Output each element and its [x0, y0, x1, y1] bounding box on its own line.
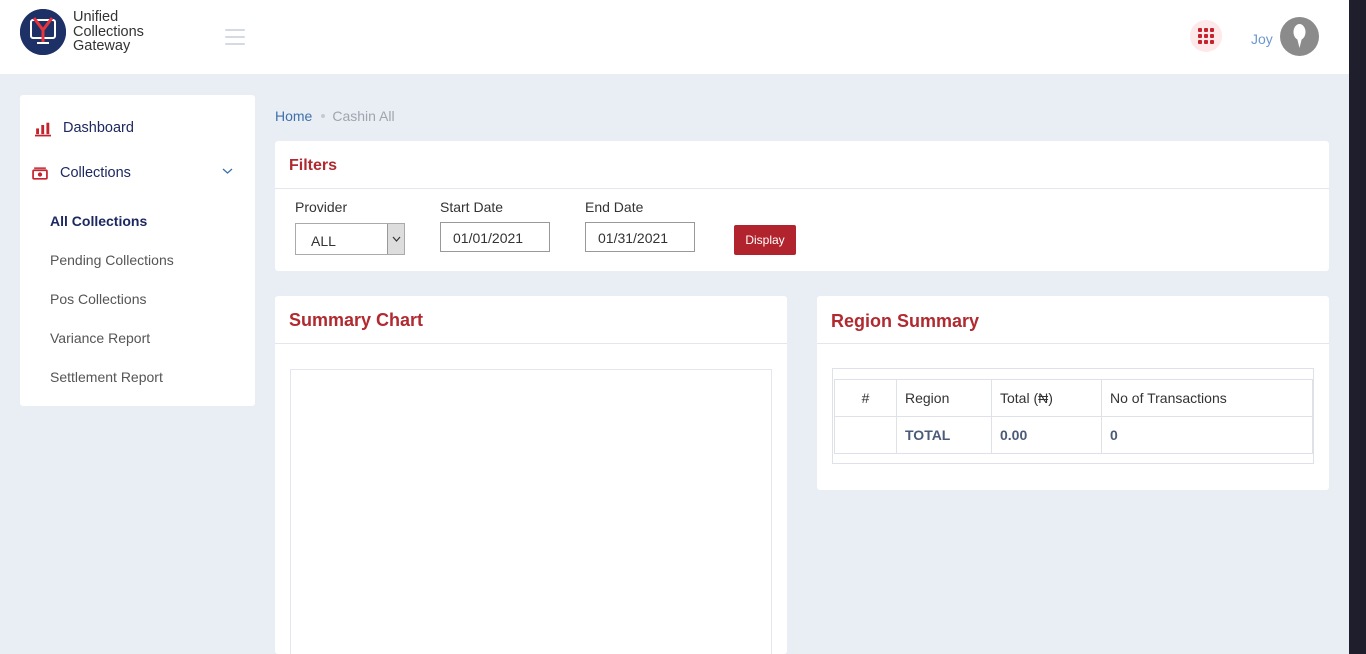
breadcrumb-home[interactable]: Home [275, 108, 312, 124]
provider-select-value: ALL [311, 233, 336, 249]
sidebar-item-collections[interactable]: Collections [20, 158, 255, 188]
start-date-label: Start Date [440, 199, 504, 215]
region-summary-card: Region Summary # Region Total (₦) No of … [817, 296, 1329, 490]
filters-card: Filters Provider ALL Start Date 01/01/20… [275, 141, 1329, 271]
breadcrumb-current: Cashin All [332, 108, 395, 124]
app-logo[interactable]: Unified Collections Gateway [20, 9, 144, 55]
end-date-label: End Date [585, 199, 644, 215]
summary-chart-title: Summary Chart [289, 310, 424, 330]
table-header-row: # Region Total (₦) No of Transactions [834, 379, 1313, 417]
filters-divider [275, 188, 1329, 189]
region-summary-table-wrapper: # Region Total (₦) No of Transactions TO… [832, 368, 1314, 464]
sidebar-item-pending-collections[interactable]: Pending Collections [50, 252, 174, 268]
column-header-total[interactable]: Total (₦) [991, 379, 1102, 417]
cell-transactions: 0 [1101, 416, 1313, 454]
sidebar-item-dashboard[interactable]: Dashboard [20, 113, 255, 143]
summary-chart-card: Summary Chart [275, 296, 787, 654]
summary-chart-divider [275, 343, 787, 344]
cell-region: TOTAL [896, 416, 992, 454]
sidebar: Dashboard Collections All Collections Pe… [20, 95, 255, 406]
chevron-down-icon [222, 168, 233, 174]
column-header-number[interactable]: # [834, 379, 897, 417]
top-bar: Unified Collections Gateway Joy [0, 0, 1349, 74]
bar-chart-icon [35, 122, 51, 137]
logo-line-1: Unified [73, 9, 119, 26]
page-scrollbar[interactable] [1349, 0, 1366, 654]
column-header-region[interactable]: Region [896, 379, 992, 417]
user-avatar-icon[interactable] [1280, 17, 1319, 56]
breadcrumb: Home Cashin All [275, 108, 395, 124]
select-chevron-icon[interactable] [387, 224, 404, 254]
summary-chart-canvas [290, 369, 772, 654]
logo-line-3: Gateway [73, 38, 131, 55]
cell-total: 0.00 [991, 416, 1102, 454]
sidebar-item-settlement-report[interactable]: Settlement Report [50, 369, 163, 385]
end-date-input[interactable]: 01/31/2021 [585, 222, 695, 252]
column-header-transactions[interactable]: No of Transactions [1101, 379, 1313, 417]
user-name[interactable]: Joy [1251, 31, 1273, 47]
money-icon [32, 167, 48, 180]
region-summary-title: Region Summary [831, 311, 980, 331]
apps-grid-icon[interactable] [1190, 20, 1222, 52]
sidebar-item-all-collections[interactable]: All Collections [50, 213, 147, 229]
provider-select[interactable]: ALL [295, 223, 405, 255]
sidebar-item-collections-label: Collections [60, 165, 131, 181]
cell-number [834, 416, 897, 454]
table-row: TOTAL 0.00 0 [834, 416, 1313, 454]
logo-line-2: Collections [73, 23, 144, 40]
sidebar-item-dashboard-label: Dashboard [63, 120, 134, 136]
sidebar-item-variance-report[interactable]: Variance Report [50, 330, 150, 346]
menu-icon[interactable] [225, 29, 245, 45]
filters-title: Filters [289, 157, 338, 174]
display-button[interactable]: Display [734, 225, 796, 255]
sidebar-item-pos-collections[interactable]: Pos Collections [50, 291, 147, 307]
breadcrumb-separator [321, 114, 326, 118]
logo-text: Unified Collections Gateway [73, 10, 144, 54]
region-summary-table: # Region Total (₦) No of Transactions TO… [834, 379, 1313, 454]
start-date-input[interactable]: 01/01/2021 [440, 222, 550, 252]
provider-label: Provider [295, 199, 348, 215]
region-summary-divider [817, 343, 1329, 344]
logo-icon [20, 9, 66, 55]
